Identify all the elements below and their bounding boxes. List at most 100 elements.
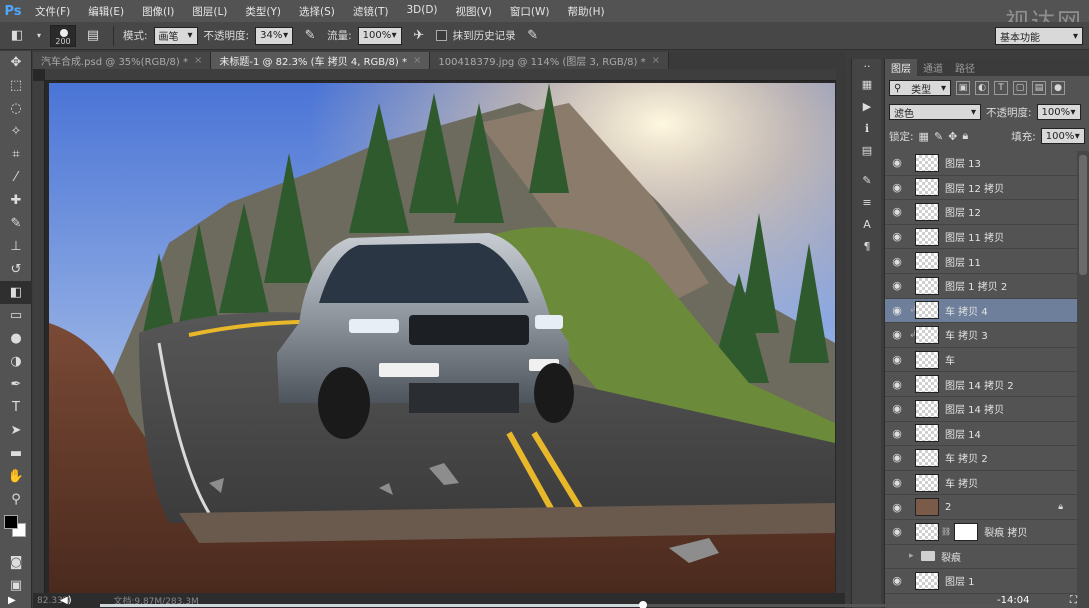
shape-filter-icon[interactable]: ▢ xyxy=(1013,81,1027,95)
type-filter-icon[interactable]: T xyxy=(994,81,1008,95)
visibility-eye-icon[interactable]: ◉ xyxy=(885,501,909,514)
video-progress-bar[interactable] xyxy=(100,601,1020,608)
marquee-tool-icon[interactable]: ⬚ xyxy=(0,74,32,97)
visibility-eye-icon[interactable]: ◉ xyxy=(885,230,909,243)
visibility-eye-icon[interactable]: ◉ xyxy=(885,353,909,366)
flow-input[interactable]: 100% ▾ xyxy=(357,26,402,45)
layer-row[interactable]: ◉ 车 xyxy=(885,348,1077,373)
menu-item[interactable]: 图层(L) xyxy=(183,4,236,19)
move-tool-icon[interactable]: ✥ xyxy=(0,51,32,74)
menu-item[interactable]: 滤镜(T) xyxy=(344,4,398,19)
brush-tool-icon[interactable]: ✎ xyxy=(0,212,32,235)
layer-row[interactable]: ◉ 2 🔒︎ xyxy=(885,495,1077,520)
layer-row[interactable]: ◉ 图层 14 xyxy=(885,422,1077,447)
workspace-select[interactable]: 基本功能 ▾ xyxy=(995,27,1083,45)
crop-tool-icon[interactable]: ⌗ xyxy=(0,143,32,166)
dodge-tool-icon[interactable]: ◑ xyxy=(0,350,32,373)
layer-row[interactable]: ◉ 图层 12 拷贝 xyxy=(885,176,1077,201)
video-progress-knob[interactable] xyxy=(638,601,647,608)
visibility-eye-icon[interactable]: ◉ xyxy=(885,574,909,587)
layer-row[interactable]: ◉ 图层 14 拷贝 2 xyxy=(885,372,1077,397)
paragraph-panel-icon[interactable]: ¶ xyxy=(852,235,882,257)
canvas-vertical-scrollbar[interactable] xyxy=(836,69,846,593)
character-panel-icon[interactable]: A xyxy=(852,213,882,235)
menu-item[interactable]: 选择(S) xyxy=(290,4,344,19)
smart-filter-icon[interactable]: ▤ xyxy=(1032,81,1046,95)
brush-preset-picker[interactable]: 200 xyxy=(50,24,76,47)
document-tab[interactable]: 100418379.jpg @ 114% (图层 3, RGB/8) * × xyxy=(430,52,669,69)
layer-row[interactable]: ◉ 图层 13 xyxy=(885,151,1077,176)
lock-pixels-icon[interactable]: ✎ xyxy=(934,130,943,143)
layer-row[interactable]: ◉ 图层 11 xyxy=(885,249,1077,274)
visibility-eye-icon[interactable]: ◉ xyxy=(885,279,909,292)
document-tab[interactable]: 未标题-1 @ 82.3% (车 拷贝 4, RGB/8) * × xyxy=(211,52,431,69)
visibility-eye-icon[interactable]: ◉ xyxy=(885,255,909,268)
panel-tab[interactable]: 通道 xyxy=(917,59,949,76)
layer-row[interactable]: ◉ 图层 11 拷贝 xyxy=(885,225,1077,250)
adjustment-filter-icon[interactable]: ◐ xyxy=(975,81,989,95)
chevron-down-icon[interactable]: ▾ xyxy=(34,27,44,45)
menu-item[interactable]: 窗口(W) xyxy=(501,4,559,19)
layer-row[interactable]: ◉ 车 拷贝 2 xyxy=(885,446,1077,471)
path-select-tool-icon[interactable]: ➤ xyxy=(0,419,32,442)
eraser-tool-icon[interactable]: ◧ xyxy=(0,281,32,304)
document-canvas[interactable] xyxy=(49,83,835,593)
mask-link-icon[interactable]: ⛓ xyxy=(941,527,951,536)
visibility-eye-icon[interactable]: ◉ xyxy=(885,378,909,391)
fullscreen-icon[interactable]: ⛶ xyxy=(1070,595,1077,606)
close-icon[interactable]: × xyxy=(413,55,421,66)
properties-panel-icon[interactable]: ▤ xyxy=(852,139,882,161)
adjustments-panel-icon[interactable]: ≡ xyxy=(852,191,882,213)
menu-item[interactable]: 编辑(E) xyxy=(79,4,133,19)
brush-panel-toggle-icon[interactable]: ▤ xyxy=(82,27,104,45)
blur-tool-icon[interactable]: ● xyxy=(0,327,32,350)
eraser-tool-icon[interactable]: ◧ xyxy=(6,27,28,45)
shape-tool-icon[interactable]: ▬ xyxy=(0,442,32,465)
zoom-tool-icon[interactable]: ⚲ xyxy=(0,488,32,511)
play-icon[interactable]: ▶ xyxy=(8,595,16,606)
panel-tab[interactable]: 图层 xyxy=(885,59,917,76)
layer-row[interactable]: ◉ 图层 12 xyxy=(885,200,1077,225)
layer-row[interactable]: ▸ 裂痕 xyxy=(885,545,1077,570)
pixel-filter-icon[interactable]: ▣ xyxy=(956,81,970,95)
visibility-eye-icon[interactable]: ◉ xyxy=(885,328,909,341)
layer-row[interactable]: ◉ 图层 14 拷贝 xyxy=(885,397,1077,422)
visibility-eye-icon[interactable]: ◉ xyxy=(885,304,909,317)
scrollbar-thumb[interactable] xyxy=(1079,155,1087,275)
menu-item[interactable]: 图像(I) xyxy=(133,4,183,19)
layer-row[interactable]: ◉ ⛓ 裂痕 拷贝 xyxy=(885,520,1077,545)
visibility-eye-icon[interactable]: ◉ xyxy=(885,156,909,169)
menu-item[interactable]: 文件(F) xyxy=(26,4,79,19)
lock-transparency-icon[interactable]: ▦ xyxy=(919,130,929,143)
layer-filter-select[interactable]: ⚲ 类型 ▾ xyxy=(889,80,951,96)
visibility-eye-icon[interactable]: ◉ xyxy=(885,181,909,194)
healing-brush-tool-icon[interactable]: ✚ xyxy=(0,189,32,212)
panel-tab[interactable]: 路径 xyxy=(949,59,981,76)
lock-position-icon[interactable]: ✥ xyxy=(948,130,957,143)
opacity-input[interactable]: 34% ▾ xyxy=(255,26,294,45)
blend-mode-select[interactable]: 滤色 ▾ xyxy=(889,104,981,120)
expand-arrow-icon[interactable]: ▸ xyxy=(909,551,915,561)
layers-scrollbar[interactable] xyxy=(1077,151,1089,608)
layer-row[interactable]: ◉ 图层 1 xyxy=(885,569,1077,594)
menu-item[interactable]: 3D(D) xyxy=(397,4,446,19)
visibility-eye-icon[interactable]: ◉ xyxy=(885,402,909,415)
type-tool-icon[interactable]: T xyxy=(0,396,32,419)
eyedropper-tool-icon[interactable]: ⁄ xyxy=(0,166,32,189)
info-panel-icon[interactable]: ℹ xyxy=(852,117,882,139)
quick-select-tool-icon[interactable]: ✧ xyxy=(0,120,32,143)
erase-to-history-checkbox[interactable] xyxy=(435,30,447,41)
close-icon[interactable]: × xyxy=(652,55,660,66)
filter-toggle-icon[interactable]: ● xyxy=(1051,81,1065,95)
volume-icon[interactable]: ◀) xyxy=(60,595,72,606)
mode-select[interactable]: 画笔 ▾ xyxy=(153,26,198,45)
pen-tool-icon[interactable]: ✒ xyxy=(0,373,32,396)
pressure-opacity-icon[interactable]: ✎ xyxy=(299,27,321,45)
screen-mode-icon[interactable]: ▣ xyxy=(0,574,32,597)
close-icon[interactable]: × xyxy=(194,55,202,66)
history-brush-tool-icon[interactable]: ↺ xyxy=(0,258,32,281)
layer-mask-thumbnail[interactable] xyxy=(954,522,979,541)
pressure-size-icon[interactable]: ✎ xyxy=(522,27,544,45)
clone-stamp-tool-icon[interactable]: ⊥ xyxy=(0,235,32,258)
layer-row[interactable]: ◉ ↲ 车 拷贝 3 xyxy=(885,323,1077,348)
